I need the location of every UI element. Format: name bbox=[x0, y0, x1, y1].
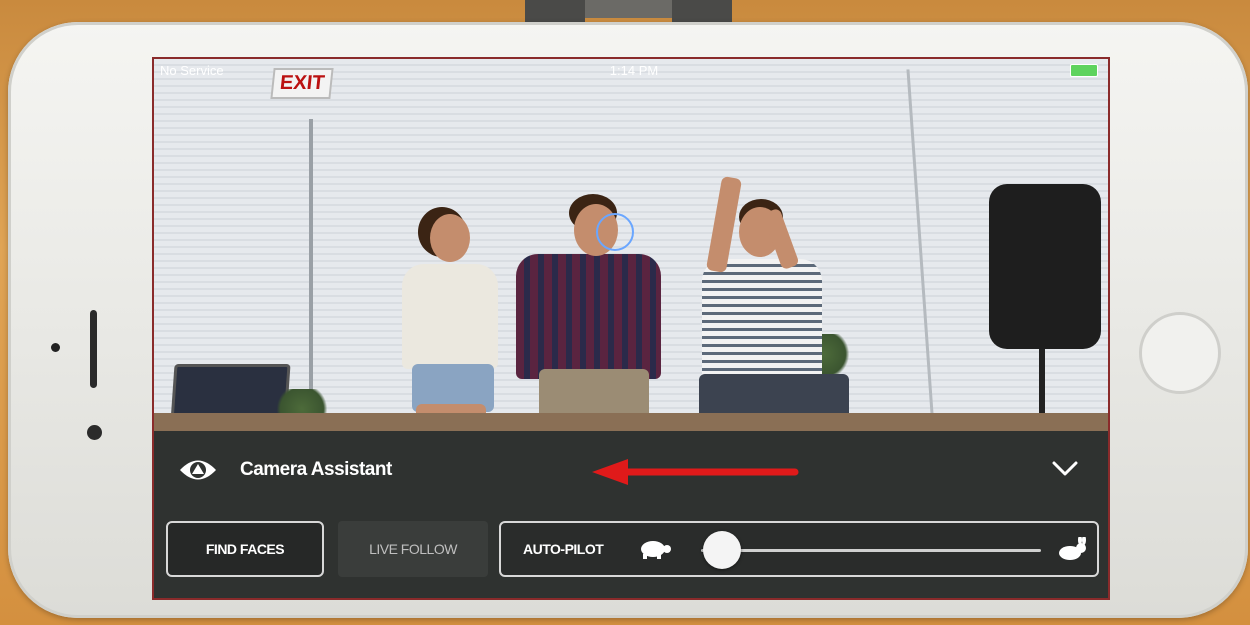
phone-mount-bar bbox=[585, 0, 672, 18]
curtain-pole bbox=[309, 119, 313, 429]
stage-floor bbox=[154, 413, 1108, 431]
ios-status-bar: No Service 1:14 PM bbox=[154, 59, 1108, 81]
pa-speaker bbox=[989, 184, 1101, 349]
find-faces-button[interactable]: FIND FACES bbox=[166, 521, 324, 577]
speed-slider-thumb[interactable] bbox=[703, 531, 741, 569]
phone-screen: EXIT No Service 1:14 PM Camera Assistant… bbox=[152, 57, 1110, 600]
battery-icon bbox=[1070, 62, 1098, 78]
chevron-down-icon[interactable] bbox=[1052, 461, 1078, 477]
turtle-icon bbox=[641, 541, 671, 559]
speed-slider-track[interactable] bbox=[701, 549, 1041, 552]
rabbit-icon bbox=[1059, 537, 1086, 560]
annotation-arrow-left bbox=[592, 459, 799, 485]
camera-video-feed: EXIT No Service 1:14 PM bbox=[154, 59, 1108, 437]
camera-assistant-title: Camera Assistant bbox=[240, 459, 392, 480]
home-button[interactable] bbox=[1139, 312, 1221, 394]
face-detection-box bbox=[596, 213, 634, 251]
live-follow-button[interactable]: LIVE FOLLOW bbox=[338, 521, 488, 577]
front-camera-lens bbox=[87, 425, 102, 440]
front-sensor-dot bbox=[51, 343, 60, 352]
auto-pilot-label: AUTO-PILOT bbox=[523, 541, 604, 557]
earpiece-speaker bbox=[90, 310, 97, 388]
auto-pilot-control: AUTO-PILOT bbox=[499, 521, 1099, 577]
status-time: 1:14 PM bbox=[609, 63, 659, 78]
curtain-pole-right bbox=[906, 69, 935, 429]
eye-icon bbox=[180, 460, 216, 480]
carrier-label: No Service bbox=[160, 63, 224, 78]
